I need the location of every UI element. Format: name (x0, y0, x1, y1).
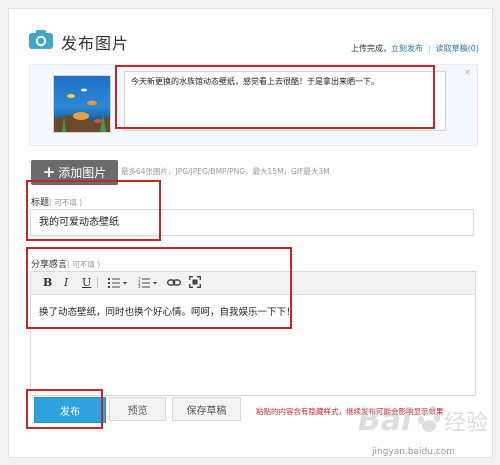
add-image-label: 添加图片 (58, 166, 107, 180)
baidu-watermark: Bai 经验 jingyan.baidu.com (358, 403, 488, 457)
optional-hint: ( 可不填 ) (67, 260, 101, 269)
upload-status: 上传完成， (350, 44, 391, 53)
uploaded-image-row: 今天新更换的水族馆动态壁纸，感觉看上去很酷！于是拿出来晒一下。 × (29, 64, 478, 146)
publish-button[interactable]: 发布 (34, 397, 106, 423)
link-icon[interactable] (167, 277, 181, 288)
underline-button[interactable]: U (82, 275, 91, 290)
feelings-text[interactable]: 换了动态壁纸，同时也换个好心情。呵呵，自我娱乐一下下！ (39, 304, 296, 318)
close-icon[interactable]: × (463, 68, 471, 78)
plus-icon: + (42, 163, 56, 181)
title-label-text: 标题 (31, 198, 50, 208)
bold-button[interactable]: B (43, 275, 52, 290)
feelings-label-text: 分享感言 (31, 260, 68, 270)
save-draft-button[interactable]: 保存草稿 (172, 397, 241, 421)
feelings-field-label: 分享感言( 可不填 ) (31, 257, 100, 270)
feelings-editor: B I U 1 2 3 换了动态壁纸，同时也换个好心情。呵呵，自我娱乐一下下！ (30, 271, 476, 396)
post-image-panel: 发布图片 上传完成，立刻发布 | 读取草稿(0) 今天新更换的水族馆动态壁纸，感觉看… (8, 8, 493, 458)
publish-now-link[interactable]: 立刻发布 (391, 44, 423, 53)
svg-text:经验: 经验 (444, 411, 488, 436)
title-input[interactable]: 我的可爱动态壁纸 (30, 209, 474, 236)
italic-button[interactable]: I (64, 275, 68, 290)
read-drafts-link[interactable]: 读取草稿(0) (436, 44, 479, 53)
file-format-hint: 最多64张图片，JPG/JPEG/BMP/PNG，最大15M，GIF最大3M (121, 167, 330, 176)
uploaded-image-thumbnail[interactable] (53, 75, 111, 133)
header-links: 上传完成，立刻发布 | 读取草稿(0) (351, 43, 479, 54)
toolbar-divider (97, 277, 98, 288)
numbered-list-icon[interactable]: 1 2 3 (138, 277, 158, 288)
add-image-button[interactable]: + 添加图片 (31, 160, 118, 185)
page-title: 发布图片 (61, 34, 130, 53)
editor-toolbar: B I U 1 2 3 (31, 272, 475, 295)
svg-text:jingyan.baidu.com: jingyan.baidu.com (371, 447, 455, 457)
bullet-list-icon[interactable] (108, 277, 128, 288)
preview-button[interactable]: 预览 (109, 397, 166, 421)
title-field-label: 标题( 可不填 ) (31, 195, 82, 208)
image-caption-input[interactable]: 今天新更换的水族馆动态壁纸，感觉看上去很酷！于是拿出来晒一下。 (124, 71, 446, 131)
optional-hint: ( 可不填 ) (49, 198, 83, 207)
camera-icon (29, 30, 53, 49)
divider: | (427, 44, 431, 53)
fullscreen-icon[interactable] (189, 276, 201, 288)
svg-text:3: 3 (138, 284, 141, 288)
svg-text:Bai: Bai (358, 403, 412, 438)
